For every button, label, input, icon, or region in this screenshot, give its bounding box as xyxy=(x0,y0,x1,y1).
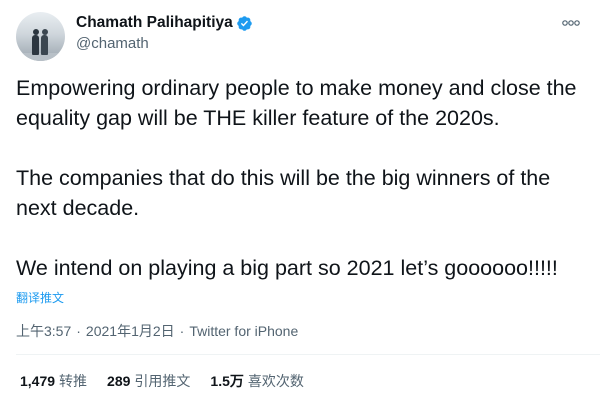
retweets-label: 转推 xyxy=(59,373,88,389)
tweet-card: Chamath Palihapitiya @chamath Empowering… xyxy=(0,0,600,405)
tweet-header: Chamath Palihapitiya @chamath xyxy=(16,12,586,62)
tweet-time[interactable]: 上午3:57 xyxy=(16,321,71,341)
meta-separator: · xyxy=(179,323,185,339)
verified-badge-icon xyxy=(236,15,253,32)
author-name-row[interactable]: Chamath Palihapitiya xyxy=(76,14,253,32)
avatar[interactable] xyxy=(16,12,65,61)
tweet-paragraph: The companies that do this will be the b… xyxy=(16,166,551,220)
tweet-paragraph: We intend on playing a big part so 2021 … xyxy=(16,256,558,280)
tweet-source[interactable]: Twitter for iPhone xyxy=(189,323,298,339)
retweets-count: 1,479 xyxy=(20,373,56,389)
meta-separator: · xyxy=(76,323,81,339)
tweet-date[interactable]: 2021年1月2日 xyxy=(86,321,175,341)
quotes-count: 289 xyxy=(107,373,131,389)
author-display-name[interactable]: Chamath Palihapitiya xyxy=(76,14,233,32)
tweet-stats: 1,479 转推 289 引用推文 1.5万 喜欢次数 xyxy=(20,371,324,391)
quotes-label: 引用推文 xyxy=(134,373,191,389)
tweet-meta: 上午3:57 · 2021年1月2日 · Twitter for iPhone xyxy=(16,321,298,341)
likes-count: 1.5万 xyxy=(210,373,244,389)
likes-label: 喜欢次数 xyxy=(247,373,304,389)
divider xyxy=(16,354,600,355)
tweet-paragraph: Empowering ordinary people to make money… xyxy=(16,76,577,130)
author-handle[interactable]: @chamath xyxy=(76,35,149,52)
retweets-stat[interactable]: 1,479 转推 xyxy=(20,371,87,391)
more-options-icon[interactable] xyxy=(560,16,582,30)
likes-stat[interactable]: 1.5万 喜欢次数 xyxy=(210,371,303,391)
tweet-text: Empowering ordinary people to make money… xyxy=(16,73,586,283)
quotes-stat[interactable]: 289 引用推文 xyxy=(107,371,190,391)
translate-tweet-link[interactable]: 翻译推文 xyxy=(16,289,64,306)
